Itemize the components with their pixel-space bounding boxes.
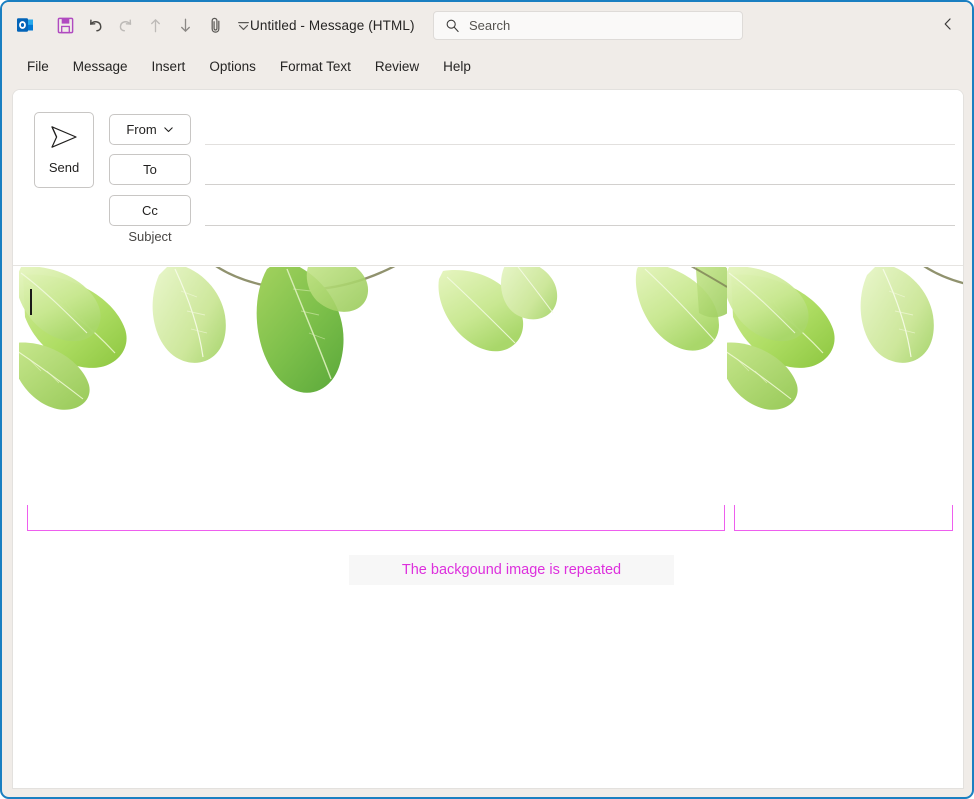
- message-body[interactable]: The backgound image is repeated Ablebits…: [13, 267, 963, 788]
- compose-surface: Send From To Cc Subject The backgound im…: [12, 89, 964, 789]
- background-image-tile-repeat: [727, 267, 963, 419]
- cc-button-label: Cc: [142, 203, 158, 218]
- undo-icon[interactable]: [84, 14, 106, 36]
- annotation-rectangle-first-tile: [27, 505, 725, 531]
- save-icon[interactable]: [54, 14, 76, 36]
- search-box[interactable]: [433, 11, 743, 40]
- from-field-divider: [205, 144, 955, 145]
- tab-insert[interactable]: Insert: [140, 55, 198, 78]
- title-bar: Untitled - Message (HTML): [2, 2, 972, 48]
- text-caret: [30, 289, 32, 315]
- search-icon: [445, 18, 460, 33]
- attach-file-icon[interactable]: [204, 14, 226, 36]
- message-compose-window: Untitled - Message (HTML) File Message I…: [0, 0, 974, 799]
- window-title: Untitled - Message (HTML): [250, 18, 415, 33]
- annotation-rectangle-repeated-tile: [734, 505, 953, 531]
- tab-review[interactable]: Review: [363, 55, 431, 78]
- outlook-icon: [14, 14, 36, 36]
- cc-button[interactable]: Cc: [109, 195, 191, 226]
- ribbon-tab-bar: File Message Insert Options Format Text …: [2, 48, 972, 84]
- tab-file[interactable]: File: [19, 55, 61, 78]
- annotation-label: The backgound image is repeated: [349, 555, 674, 585]
- tab-message[interactable]: Message: [61, 55, 140, 78]
- redo-icon: [114, 14, 136, 36]
- next-item-icon[interactable]: [174, 14, 196, 36]
- cc-field-divider: [205, 225, 955, 226]
- to-field-divider: [205, 184, 955, 185]
- tab-format-text[interactable]: Format Text: [268, 55, 363, 78]
- search-input[interactable]: [469, 18, 719, 33]
- to-button[interactable]: To: [109, 154, 191, 185]
- tab-options[interactable]: Options: [197, 55, 268, 78]
- from-button-label: From: [126, 122, 157, 137]
- from-button[interactable]: From: [109, 114, 191, 145]
- send-paper-plane-icon: [49, 125, 79, 154]
- background-image-tile: [19, 267, 727, 419]
- subject-label: Subject: [128, 229, 172, 244]
- to-button-label: To: [143, 162, 157, 177]
- send-button-label: Send: [48, 160, 80, 175]
- chevron-down-icon: [163, 124, 174, 135]
- send-button[interactable]: Send: [34, 112, 94, 188]
- tab-help[interactable]: Help: [431, 55, 483, 78]
- message-header: Send From To Cc Subject: [13, 90, 963, 266]
- chevron-left-icon[interactable]: [940, 16, 958, 34]
- previous-item-icon: [144, 14, 166, 36]
